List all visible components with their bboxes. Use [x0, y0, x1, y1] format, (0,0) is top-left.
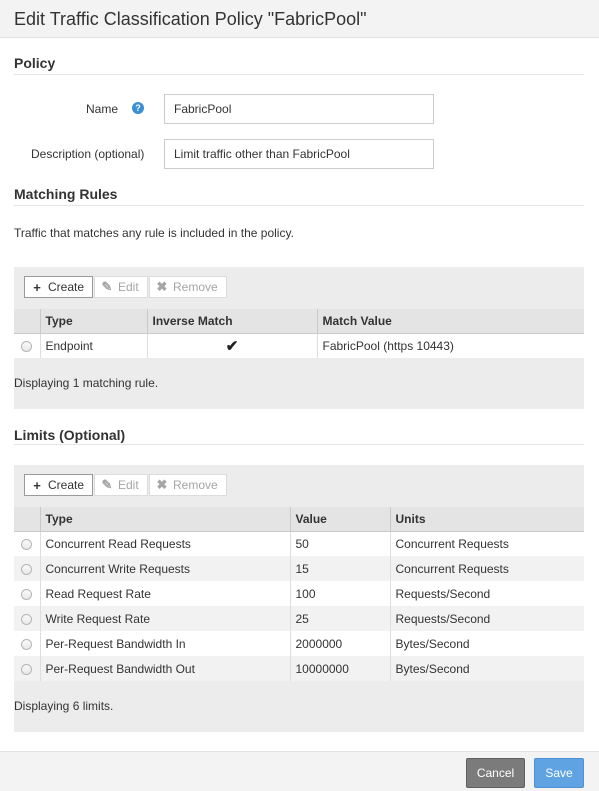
- table-row[interactable]: Endpoint ✔ FabricPool (https 10443): [14, 333, 584, 358]
- limit-units-cell: Concurrent Requests: [390, 531, 584, 556]
- matching-rules-section-title: Matching Rules: [14, 186, 118, 202]
- limits-grid: + Create ✎ Edit ✖ Remove Type Value Unit…: [14, 465, 584, 732]
- plus-icon: +: [33, 279, 41, 295]
- limit-type-cell: Per-Request Bandwidth In: [40, 631, 291, 656]
- edit-limit-button[interactable]: ✎ Edit: [94, 474, 148, 496]
- remove-limit-button[interactable]: ✖ Remove: [149, 474, 227, 496]
- limit-units-cell: Requests/Second: [390, 581, 584, 606]
- column-header-type[interactable]: Type: [40, 309, 148, 334]
- remove-limit-label: Remove: [173, 478, 218, 492]
- table-row[interactable]: Concurrent Read Requests 50 Concurrent R…: [14, 531, 584, 556]
- dialog-footer: Cancel Save: [0, 751, 599, 791]
- matching-rules-grid: + Create ✎ Edit ✖ Remove Type Inverse Ma…: [14, 267, 584, 409]
- edit-rule-label: Edit: [118, 280, 139, 294]
- edit-limit-label: Edit: [118, 478, 139, 492]
- limits-footer: Displaying 6 limits.: [14, 699, 114, 713]
- row-radio[interactable]: [21, 663, 33, 675]
- row-radio[interactable]: [21, 563, 33, 575]
- limit-value-cell: 2000000: [290, 631, 391, 656]
- limit-value-cell: 50: [290, 531, 391, 556]
- create-rule-label: Create: [48, 280, 85, 294]
- description-input[interactable]: [164, 139, 434, 169]
- table-row[interactable]: Per-Request Bandwidth Out 10000000 Bytes…: [14, 656, 584, 681]
- plus-icon: +: [33, 477, 41, 493]
- row-radio[interactable]: [21, 638, 33, 650]
- limit-type-cell: Concurrent Write Requests: [40, 556, 291, 581]
- limit-type-cell: Write Request Rate: [40, 606, 291, 631]
- table-row[interactable]: Concurrent Write Requests 15 Concurrent …: [14, 556, 584, 581]
- dialog-title: Edit Traffic Classification Policy "Fabr…: [14, 9, 367, 29]
- table-row[interactable]: Per-Request Bandwidth In 2000000 Bytes/S…: [14, 631, 584, 656]
- row-radio[interactable]: [21, 588, 33, 600]
- matching-rules-description: Traffic that matches any rule is include…: [14, 226, 294, 240]
- column-header-inverse-match[interactable]: Inverse Match: [147, 309, 318, 334]
- column-header-type[interactable]: Type: [40, 507, 291, 532]
- limit-units-cell: Concurrent Requests: [390, 556, 584, 581]
- cancel-button[interactable]: Cancel: [466, 758, 525, 788]
- name-input[interactable]: [164, 94, 434, 124]
- select-column-header: [14, 507, 41, 532]
- limit-type-cell: Concurrent Read Requests: [40, 531, 291, 556]
- policy-divider: [14, 74, 584, 75]
- table-row[interactable]: Read Request Rate 100 Requests/Second: [14, 581, 584, 606]
- matching-rules-table: Type Inverse Match Match Value Endpoint …: [14, 309, 584, 358]
- create-rule-button[interactable]: + Create: [24, 276, 94, 298]
- limit-units-cell: Bytes/Second: [390, 631, 584, 656]
- limits-section-title: Limits (Optional): [14, 427, 126, 443]
- help-icon[interactable]: ?: [132, 102, 144, 114]
- column-header-units[interactable]: Units: [390, 507, 584, 532]
- edit-rule-button[interactable]: ✎ Edit: [94, 276, 148, 298]
- description-label: Description (optional): [31, 147, 145, 161]
- x-icon: ✖: [156, 279, 168, 294]
- pencil-icon: ✎: [101, 477, 113, 492]
- matching-rules-footer: Displaying 1 matching rule.: [14, 376, 159, 390]
- dialog-header: Edit Traffic Classification Policy "Fabr…: [0, 0, 599, 38]
- matching-rules-divider: [14, 205, 584, 206]
- limit-type-cell: Read Request Rate: [40, 581, 291, 606]
- name-label: Name: [86, 102, 119, 116]
- rule-type-cell: Endpoint: [40, 333, 148, 358]
- limit-value-cell: 10000000: [290, 656, 391, 681]
- table-header-row: Type Value Units: [14, 507, 584, 532]
- column-header-match-value[interactable]: Match Value: [317, 309, 584, 334]
- checkmark-icon: ✔: [225, 337, 239, 355]
- select-column-header: [14, 309, 41, 334]
- table-header-row: Type Inverse Match Match Value: [14, 309, 584, 334]
- remove-rule-button[interactable]: ✖ Remove: [149, 276, 227, 298]
- remove-rule-label: Remove: [173, 280, 218, 294]
- limit-value-cell: 100: [290, 581, 391, 606]
- limit-type-cell: Per-Request Bandwidth Out: [40, 656, 291, 681]
- limit-units-cell: Bytes/Second: [390, 656, 584, 681]
- pencil-icon: ✎: [101, 279, 113, 294]
- table-row[interactable]: Write Request Rate 25 Requests/Second: [14, 606, 584, 631]
- row-radio[interactable]: [21, 613, 33, 625]
- create-limit-button[interactable]: + Create: [24, 474, 94, 496]
- limits-table: Type Value Units Concurrent Read Request…: [14, 507, 584, 681]
- limit-value-cell: 15: [290, 556, 391, 581]
- save-button[interactable]: Save: [534, 758, 584, 788]
- limit-units-cell: Requests/Second: [390, 606, 584, 631]
- x-icon: ✖: [156, 477, 168, 492]
- row-radio[interactable]: [21, 341, 33, 353]
- column-header-value[interactable]: Value: [290, 507, 391, 532]
- create-limit-label: Create: [48, 478, 85, 492]
- policy-section-title: Policy: [14, 55, 56, 71]
- match-value-cell: FabricPool (https 10443): [317, 333, 584, 358]
- limit-value-cell: 25: [290, 606, 391, 631]
- limits-divider: [14, 444, 584, 445]
- row-radio[interactable]: [21, 539, 33, 551]
